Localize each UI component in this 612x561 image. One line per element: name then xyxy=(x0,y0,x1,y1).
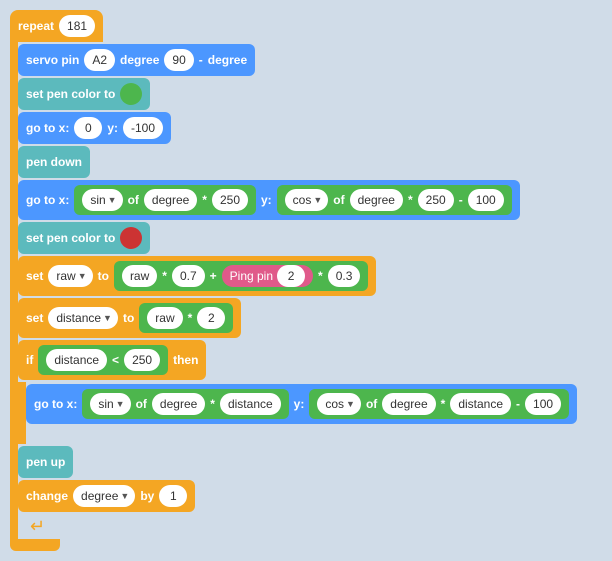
if-empty-row xyxy=(26,424,577,442)
change-degree-block: change degree ▼ by 1 xyxy=(18,480,195,512)
goto-2-y-label: y: xyxy=(261,193,272,207)
servo-degree-label2: degree xyxy=(208,53,247,67)
set-raw-raw2[interactable]: raw xyxy=(122,265,157,287)
repeat-label: repeat xyxy=(18,19,54,33)
change-by-label: by xyxy=(140,489,154,503)
if-block: if distance < 250 then xyxy=(18,340,206,380)
pen-up-label: pen up xyxy=(26,455,65,469)
goto-2-minus: - xyxy=(459,193,463,207)
goto-3-sin-dropdown[interactable]: sin ▼ xyxy=(90,393,130,415)
if-label: if xyxy=(26,353,33,367)
goto-1-x[interactable]: 0 xyxy=(74,117,102,139)
servo-value[interactable]: 90 xyxy=(164,49,193,71)
set-distance-2[interactable]: 2 xyxy=(197,307,225,329)
set-raw-formula: raw * 0.7 + Ping pin 2 * 0.3 xyxy=(114,261,368,291)
goto-2-cos-group: cos ▼ of degree * 250 - 100 xyxy=(277,185,512,215)
goto-1-y-label: y: xyxy=(107,121,118,135)
goto-2-degree1[interactable]: degree xyxy=(144,189,197,211)
set-raw-03[interactable]: 0.3 xyxy=(328,265,361,287)
goto-2-times2: * xyxy=(408,193,413,207)
change-degree-dropdown[interactable]: degree ▼ xyxy=(73,485,135,507)
set-raw-to: to xyxy=(98,269,109,283)
goto-3-dist1[interactable]: distance xyxy=(220,393,281,415)
ping-value[interactable]: 2 xyxy=(277,265,305,287)
goto-2-100[interactable]: 100 xyxy=(468,189,504,211)
set-raw-ping-block: Ping pin 2 xyxy=(222,265,313,287)
set-raw-label: set xyxy=(26,269,43,283)
if-then-label: then xyxy=(173,353,198,367)
goto-3-minus: - xyxy=(516,397,520,411)
goto-3-degree1[interactable]: degree xyxy=(152,393,205,415)
set-distance-block: set distance ▼ to raw * 2 xyxy=(18,298,241,338)
set-raw-block: set raw ▼ to raw * 0.7 + Ping pin 2 * 0 xyxy=(18,256,376,296)
goto-3-label: go to x: xyxy=(34,397,77,411)
goto-2-label: go to x: xyxy=(26,193,69,207)
set-distance-formula: raw * 2 xyxy=(139,303,233,333)
set-pen-color-2: set pen color to xyxy=(18,222,150,254)
servo-block: servo pin A2 degree 90 - degree xyxy=(18,44,255,76)
set-raw-times2: * xyxy=(318,269,323,283)
goto-3-dist2[interactable]: distance xyxy=(450,393,511,415)
set-pen-color-1: set pen color to xyxy=(18,78,150,110)
goto-3-of-label: of xyxy=(136,397,147,411)
set-distance-raw[interactable]: raw xyxy=(147,307,182,329)
set-distance-label: set xyxy=(26,311,43,325)
goto-1-label: go to x: xyxy=(26,121,69,135)
nested-blocks: servo pin A2 degree 90 - degree set pen … xyxy=(10,42,577,539)
if-distance-pill[interactable]: distance xyxy=(46,349,107,371)
pen-color-green-circle[interactable] xyxy=(120,83,142,105)
goto-3-sin-group: sin ▼ of degree * distance xyxy=(82,389,288,419)
pen-color-red-circle[interactable] xyxy=(120,227,142,249)
pen-down-block: pen down xyxy=(18,146,90,178)
set-raw-plus: + xyxy=(210,269,217,283)
repeat-value[interactable]: 181 xyxy=(59,15,95,37)
set-raw-times: * xyxy=(162,269,167,283)
change-by-value[interactable]: 1 xyxy=(159,485,187,507)
goto-3-cos-group: cos ▼ of degree * distance - 100 xyxy=(309,389,569,419)
goto-3-100[interactable]: 100 xyxy=(525,393,561,415)
servo-label: servo pin xyxy=(26,53,79,67)
set-distance-dropdown[interactable]: distance ▼ xyxy=(48,307,118,329)
if-condition: distance < 250 xyxy=(38,345,168,375)
set-pen-color-2-label: set pen color to xyxy=(26,231,115,245)
if-lt: < xyxy=(112,353,119,367)
set-raw-07[interactable]: 0.7 xyxy=(172,265,205,287)
change-label: change xyxy=(26,489,68,503)
servo-pin[interactable]: A2 xyxy=(84,49,115,71)
servo-minus: - xyxy=(199,53,203,67)
if-250-pill[interactable]: 250 xyxy=(124,349,160,371)
goto-1-y[interactable]: -100 xyxy=(123,117,163,139)
goto-2-250a[interactable]: 250 xyxy=(212,189,248,211)
goto-2-of-label: of xyxy=(128,193,139,207)
set-distance-times: * xyxy=(188,311,193,325)
goto-3-y-label: y: xyxy=(294,397,305,411)
set-distance-to: to xyxy=(123,311,134,325)
goto-3-degree2[interactable]: degree xyxy=(382,393,435,415)
goto-1: go to x: 0 y: -100 xyxy=(18,112,171,144)
goto-3-times2: * xyxy=(441,397,446,411)
goto-2-degree2[interactable]: degree xyxy=(350,189,403,211)
loop-arrow: ↵ xyxy=(18,514,577,537)
set-pen-color-1-label: set pen color to xyxy=(26,87,115,101)
set-raw-dropdown1[interactable]: raw ▼ xyxy=(48,265,92,287)
repeat-bottom-cap xyxy=(10,539,60,551)
goto-2: go to x: sin ▼ of degree * 250 y: cos ▼ xyxy=(18,180,520,220)
if-nested-blocks: go to x: sin ▼ of degree * distance y: xyxy=(18,382,577,444)
goto-3-of-label2: of xyxy=(366,397,377,411)
goto-3-times1: * xyxy=(210,397,215,411)
goto-2-times1: * xyxy=(202,193,207,207)
goto-2-sin-dropdown[interactable]: sin ▼ xyxy=(82,189,122,211)
goto-3: go to x: sin ▼ of degree * distance y: xyxy=(26,384,577,424)
pen-down-label: pen down xyxy=(26,155,82,169)
servo-degree-label: degree xyxy=(120,53,159,67)
goto-2-250b[interactable]: 250 xyxy=(418,189,454,211)
goto-2-of-label2: of xyxy=(333,193,344,207)
scratch-workspace: repeat 181 servo pin A2 degree 90 - degr… xyxy=(10,10,602,551)
goto-3-cos-dropdown[interactable]: cos ▼ xyxy=(317,393,361,415)
goto-2-cos-dropdown[interactable]: cos ▼ xyxy=(285,189,329,211)
ping-label: Ping pin xyxy=(230,269,273,283)
goto-2-sin-group: sin ▼ of degree * 250 xyxy=(74,185,256,215)
repeat-block: repeat 181 xyxy=(10,10,103,42)
pen-up-block: pen up xyxy=(18,446,73,478)
